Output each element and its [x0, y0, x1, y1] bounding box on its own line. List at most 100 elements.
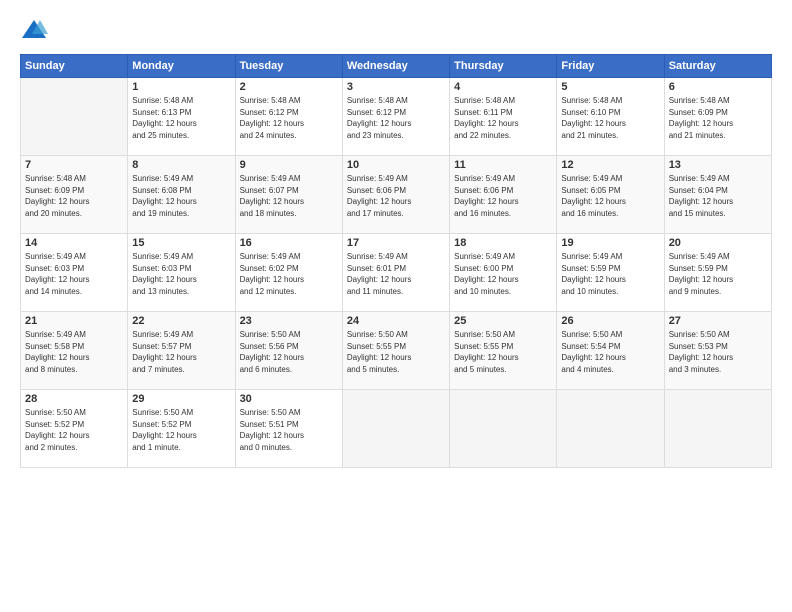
calendar-cell: 16 Sunrise: 5:49 AM Sunset: 6:02 PM Dayli…: [235, 234, 342, 312]
calendar-cell: 11Sunrise: 5:49 AM Sunset: 6:06 PM Dayli…: [450, 156, 557, 234]
day-info: Sunrise: 5:50 AM Sunset: 5:56 PM Dayligh…: [240, 329, 338, 375]
day-info: Sunrise: 5:48 AM Sunset: 6:12 PM Dayligh…: [347, 95, 445, 141]
day-number: 10: [347, 159, 445, 171]
day-number: 26: [561, 315, 659, 327]
calendar-cell: 3 Sunrise: 5:48 AM Sunset: 6:12 PM Daylig…: [342, 78, 449, 156]
day-info: Sunrise: 5:49 AM Sunset: 6:03 PM Dayligh…: [132, 251, 230, 297]
day-number: 7: [25, 159, 123, 171]
day-info: Sunrise: 5:49 AM Sunset: 6:08 PM Dayligh…: [132, 173, 230, 219]
calendar-cell: 17 Sunrise: 5:49 AM Sunset: 6:01 PM Dayli…: [342, 234, 449, 312]
day-number: 28: [25, 393, 123, 405]
calendar-cell: 14 Sunrise: 5:49 AM Sunset: 6:03 PM Dayli…: [21, 234, 128, 312]
header-sunday: Sunday: [21, 55, 128, 78]
calendar-cell: 5Sunrise: 5:48 AM Sunset: 6:10 PM Daylig…: [557, 78, 664, 156]
day-info: Sunrise: 5:50 AM Sunset: 5:55 PM Dayligh…: [347, 329, 445, 375]
header-wednesday: Wednesday: [342, 55, 449, 78]
calendar-week-5: 28 Sunrise: 5:50 AM Sunset: 5:52 PM Dayli…: [21, 390, 772, 468]
calendar-cell: 6Sunrise: 5:48 AM Sunset: 6:09 PM Daylig…: [664, 78, 771, 156]
day-info: Sunrise: 5:50 AM Sunset: 5:52 PM Dayligh…: [25, 407, 123, 453]
day-number: 17: [347, 237, 445, 249]
day-number: 3: [347, 81, 445, 93]
day-number: 30: [240, 393, 338, 405]
calendar-cell: 1 Sunrise: 5:48 AM Sunset: 6:13 PM Daylig…: [128, 78, 235, 156]
calendar-cell: 15Sunrise: 5:49 AM Sunset: 6:03 PM Dayli…: [128, 234, 235, 312]
calendar-cell: 18 Sunrise: 5:49 AM Sunset: 6:00 PM Dayli…: [450, 234, 557, 312]
header-monday: Monday: [128, 55, 235, 78]
day-number: 5: [561, 81, 659, 93]
calendar-cell: 27 Sunrise: 5:50 AM Sunset: 5:53 PM Dayli…: [664, 312, 771, 390]
calendar-cell: 9 Sunrise: 5:49 AM Sunset: 6:07 PM Daylig…: [235, 156, 342, 234]
calendar-cell: 30 Sunrise: 5:50 AM Sunset: 5:51 PM Dayli…: [235, 390, 342, 468]
calendar-cell: 26 Sunrise: 5:50 AM Sunset: 5:54 PM Dayli…: [557, 312, 664, 390]
day-info: Sunrise: 5:48 AM Sunset: 6:12 PM Dayligh…: [240, 95, 338, 141]
day-number: 1: [132, 81, 230, 93]
page-header: [20, 16, 772, 44]
calendar-cell: 8 Sunrise: 5:49 AM Sunset: 6:08 PM Daylig…: [128, 156, 235, 234]
day-number: 13: [669, 159, 767, 171]
calendar-cell: 23 Sunrise: 5:50 AM Sunset: 5:56 PM Dayli…: [235, 312, 342, 390]
day-number: 29: [132, 393, 230, 405]
day-info: Sunrise: 5:48 AM Sunset: 6:13 PM Dayligh…: [132, 95, 230, 141]
day-info: Sunrise: 5:49 AM Sunset: 5:57 PM Dayligh…: [132, 329, 230, 375]
calendar-table: SundayMondayTuesdayWednesdayThursdayFrid…: [20, 54, 772, 468]
day-number: 22: [132, 315, 230, 327]
day-number: 8: [132, 159, 230, 171]
day-number: 27: [669, 315, 767, 327]
calendar-cell: [21, 78, 128, 156]
day-number: 24: [347, 315, 445, 327]
logo-icon: [20, 16, 48, 44]
day-info: Sunrise: 5:50 AM Sunset: 5:54 PM Dayligh…: [561, 329, 659, 375]
day-number: 4: [454, 81, 552, 93]
day-info: Sunrise: 5:48 AM Sunset: 6:11 PM Dayligh…: [454, 95, 552, 141]
calendar-cell: 19Sunrise: 5:49 AM Sunset: 5:59 PM Dayli…: [557, 234, 664, 312]
calendar-cell: 13 Sunrise: 5:49 AM Sunset: 6:04 PM Dayli…: [664, 156, 771, 234]
day-info: Sunrise: 5:49 AM Sunset: 6:05 PM Dayligh…: [561, 173, 659, 219]
calendar-cell: [557, 390, 664, 468]
calendar-cell: 28 Sunrise: 5:50 AM Sunset: 5:52 PM Dayli…: [21, 390, 128, 468]
calendar-cell: 12Sunrise: 5:49 AM Sunset: 6:05 PM Dayli…: [557, 156, 664, 234]
day-number: 11: [454, 159, 552, 171]
day-number: 14: [25, 237, 123, 249]
day-number: 25: [454, 315, 552, 327]
calendar-cell: 29Sunrise: 5:50 AM Sunset: 5:52 PM Dayli…: [128, 390, 235, 468]
day-number: 23: [240, 315, 338, 327]
calendar-week-4: 21 Sunrise: 5:49 AM Sunset: 5:58 PM Dayli…: [21, 312, 772, 390]
day-info: Sunrise: 5:49 AM Sunset: 6:02 PM Dayligh…: [240, 251, 338, 297]
calendar-cell: 24 Sunrise: 5:50 AM Sunset: 5:55 PM Dayli…: [342, 312, 449, 390]
header-friday: Friday: [557, 55, 664, 78]
day-info: Sunrise: 5:49 AM Sunset: 6:04 PM Dayligh…: [669, 173, 767, 219]
day-info: Sunrise: 5:49 AM Sunset: 6:07 PM Dayligh…: [240, 173, 338, 219]
calendar-cell: 4 Sunrise: 5:48 AM Sunset: 6:11 PM Daylig…: [450, 78, 557, 156]
day-number: 9: [240, 159, 338, 171]
calendar-week-1: 1 Sunrise: 5:48 AM Sunset: 6:13 PM Daylig…: [21, 78, 772, 156]
day-info: Sunrise: 5:49 AM Sunset: 5:59 PM Dayligh…: [561, 251, 659, 297]
day-number: 6: [669, 81, 767, 93]
calendar-cell: 10 Sunrise: 5:49 AM Sunset: 6:06 PM Dayli…: [342, 156, 449, 234]
day-number: 18: [454, 237, 552, 249]
day-number: 2: [240, 81, 338, 93]
calendar-week-3: 14 Sunrise: 5:49 AM Sunset: 6:03 PM Dayli…: [21, 234, 772, 312]
day-info: Sunrise: 5:49 AM Sunset: 6:01 PM Dayligh…: [347, 251, 445, 297]
calendar-cell: 21 Sunrise: 5:49 AM Sunset: 5:58 PM Dayli…: [21, 312, 128, 390]
calendar-cell: 20 Sunrise: 5:49 AM Sunset: 5:59 PM Dayli…: [664, 234, 771, 312]
day-info: Sunrise: 5:48 AM Sunset: 6:09 PM Dayligh…: [25, 173, 123, 219]
day-info: Sunrise: 5:50 AM Sunset: 5:53 PM Dayligh…: [669, 329, 767, 375]
day-number: 16: [240, 237, 338, 249]
day-info: Sunrise: 5:50 AM Sunset: 5:51 PM Dayligh…: [240, 407, 338, 453]
day-info: Sunrise: 5:49 AM Sunset: 5:59 PM Dayligh…: [669, 251, 767, 297]
day-info: Sunrise: 5:49 AM Sunset: 6:06 PM Dayligh…: [347, 173, 445, 219]
day-info: Sunrise: 5:49 AM Sunset: 5:58 PM Dayligh…: [25, 329, 123, 375]
calendar-cell: [450, 390, 557, 468]
calendar-cell: 22 Sunrise: 5:49 AM Sunset: 5:57 PM Dayli…: [128, 312, 235, 390]
calendar-week-2: 7 Sunrise: 5:48 AM Sunset: 6:09 PM Daylig…: [21, 156, 772, 234]
logo: [20, 16, 52, 44]
header-tuesday: Tuesday: [235, 55, 342, 78]
calendar-header-row: SundayMondayTuesdayWednesdayThursdayFrid…: [21, 55, 772, 78]
day-info: Sunrise: 5:49 AM Sunset: 6:03 PM Dayligh…: [25, 251, 123, 297]
day-number: 20: [669, 237, 767, 249]
day-number: 21: [25, 315, 123, 327]
calendar-cell: [342, 390, 449, 468]
day-info: Sunrise: 5:49 AM Sunset: 6:00 PM Dayligh…: [454, 251, 552, 297]
header-saturday: Saturday: [664, 55, 771, 78]
calendar-cell: 2 Sunrise: 5:48 AM Sunset: 6:12 PM Daylig…: [235, 78, 342, 156]
